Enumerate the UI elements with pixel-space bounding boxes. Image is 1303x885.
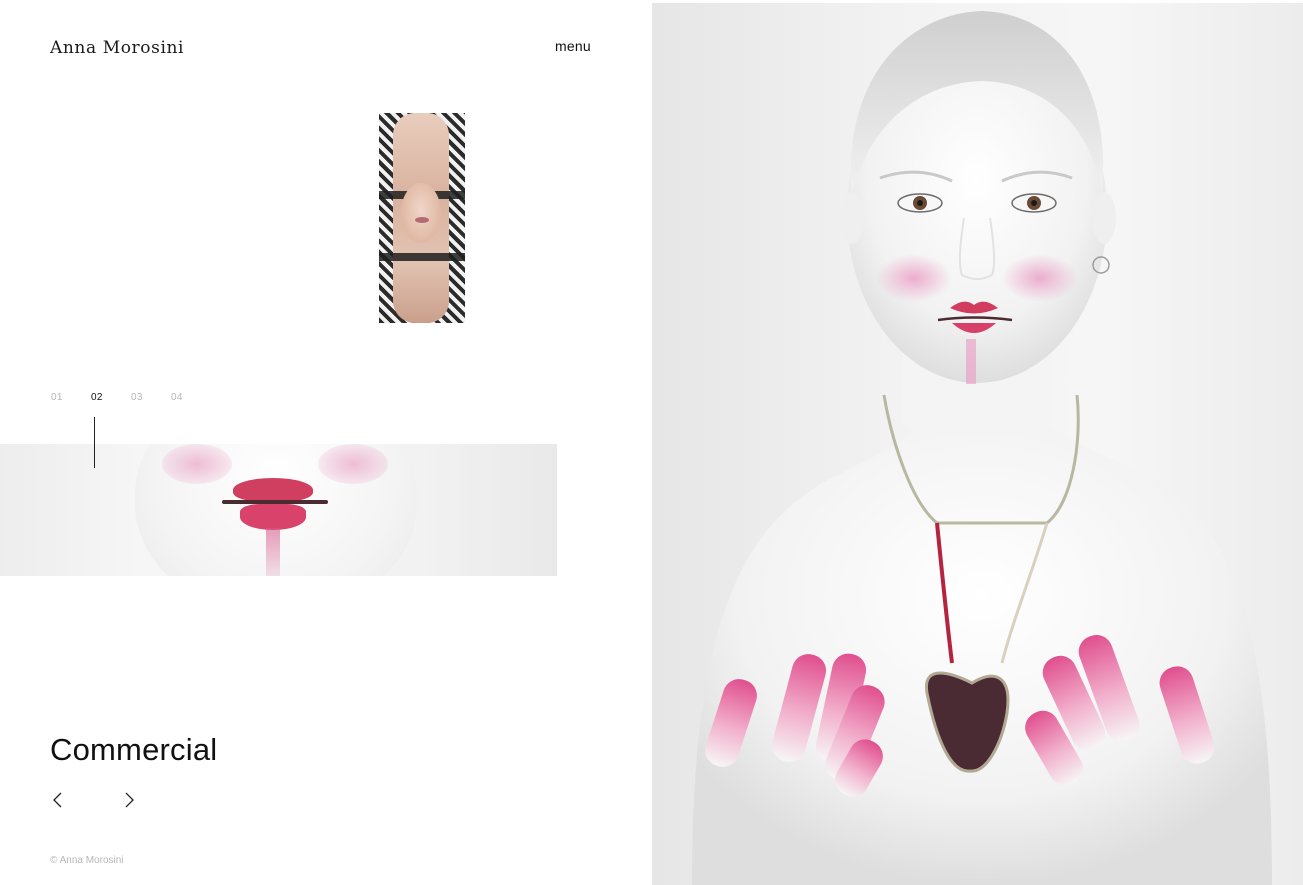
banner-paint-drip xyxy=(266,528,280,576)
slide-index-01[interactable]: 01 xyxy=(51,392,91,403)
next-button[interactable] xyxy=(120,791,138,809)
slide-index-04[interactable]: 04 xyxy=(171,392,211,403)
chevron-left-icon xyxy=(53,792,62,808)
banner-image xyxy=(0,444,557,576)
copyright-text: © Anna Morosini xyxy=(50,855,124,866)
banner-lips xyxy=(222,500,328,504)
thumbnail-face xyxy=(401,183,441,243)
previous-button[interactable] xyxy=(49,791,67,809)
active-slide-indicator xyxy=(94,417,95,468)
hero-image xyxy=(652,3,1303,885)
banner-lips xyxy=(233,478,313,502)
thumbnail-lips xyxy=(415,217,429,223)
banner-blush xyxy=(162,444,232,484)
banner-blush xyxy=(318,444,388,484)
thumbnail-detail xyxy=(379,253,465,261)
site-logo[interactable]: Anna Morosini xyxy=(50,36,184,54)
slide-index-03[interactable]: 03 xyxy=(131,392,171,403)
slide-pager: 01 02 03 04 xyxy=(51,392,211,403)
slide-index-02[interactable]: 02 xyxy=(91,392,131,403)
category-title: Commercial xyxy=(50,732,218,767)
chevron-right-icon xyxy=(125,792,134,808)
thumbnail-image[interactable] xyxy=(379,113,465,323)
hero-portrait xyxy=(692,11,1272,885)
banner-lips xyxy=(240,504,306,530)
menu-button[interactable]: menu xyxy=(555,38,591,54)
